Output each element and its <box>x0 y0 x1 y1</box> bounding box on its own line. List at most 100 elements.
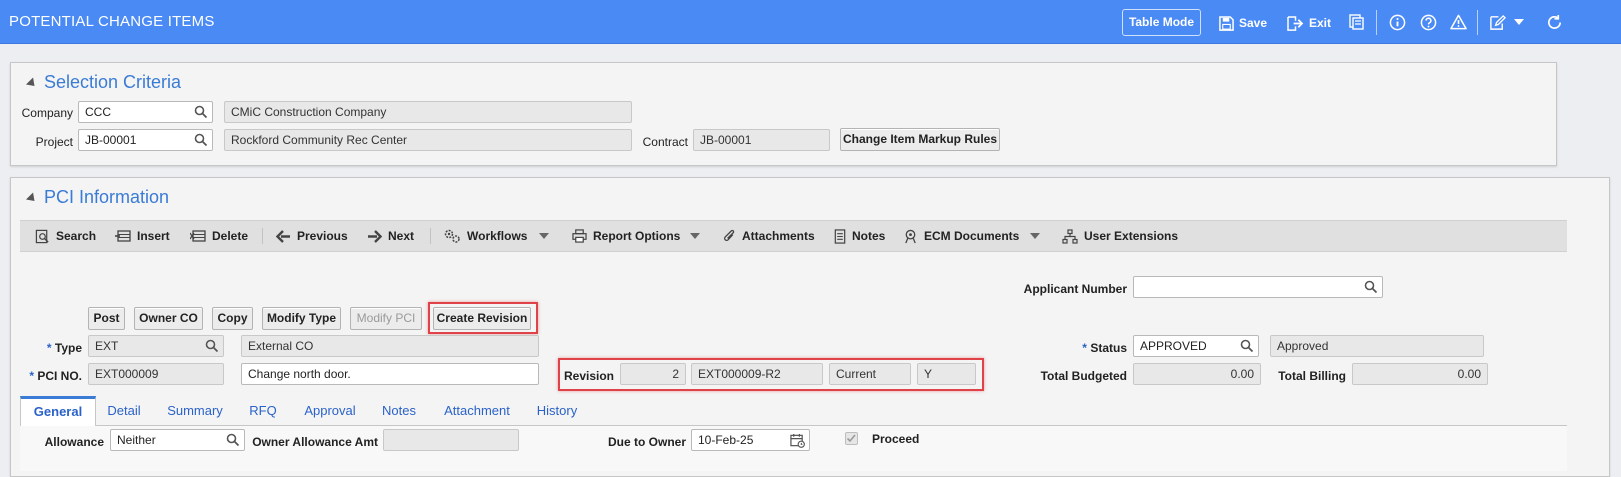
toolbar-next-button[interactable]: Next <box>367 220 414 252</box>
tab-detail[interactable]: Detail <box>100 396 148 426</box>
printer-icon <box>572 229 587 243</box>
modify-type-button[interactable]: Modify Type <box>262 307 341 330</box>
chevron-down-icon[interactable] <box>1512 12 1526 32</box>
delete-row-icon <box>190 230 206 242</box>
toolbar-divider <box>262 228 263 244</box>
print-icon[interactable] <box>1346 12 1366 32</box>
toolbar-insert-label: Insert <box>137 229 170 243</box>
info-icon[interactable] <box>1387 12 1407 32</box>
toolbar-notes-button[interactable]: Notes <box>834 220 885 252</box>
report-options-dropdown[interactable] <box>690 220 700 252</box>
exit-icon <box>1287 15 1304 31</box>
tab-summary[interactable]: Summary <box>160 396 230 426</box>
collapse-triangle-icon <box>25 192 39 205</box>
owner-co-button[interactable]: Owner CO <box>134 307 203 330</box>
tab-history[interactable]: History <box>530 396 584 426</box>
refresh-icon[interactable] <box>1544 12 1564 32</box>
toolbar-report-options-button[interactable]: Report Options <box>572 220 680 252</box>
ecm-documents-dropdown[interactable] <box>1030 220 1040 252</box>
applicant-number-input[interactable] <box>1133 276 1383 298</box>
tab-approval[interactable]: Approval <box>296 396 364 426</box>
table-mode-button[interactable]: Table Mode <box>1122 9 1201 36</box>
allowance-input[interactable]: Neither <box>110 429 245 451</box>
toolbar-user-extensions-button[interactable]: User Extensions <box>1062 220 1178 252</box>
warning-icon[interactable] <box>1448 12 1468 32</box>
search-icon[interactable] <box>1240 339 1254 353</box>
owner-allowance-amt-label: Owner Allowance Amt <box>252 435 378 449</box>
required-marker: * <box>29 369 34 383</box>
pci-information-title[interactable]: PCI Information <box>25 187 170 208</box>
proceed-checkbox[interactable] <box>845 432 858 445</box>
save-button[interactable]: Save <box>1219 11 1267 35</box>
revision-code-field: EXT000009-R2 <box>691 363 823 385</box>
due-to-owner-input[interactable]: 10-Feb-25 <box>691 429 810 451</box>
revision-number-field: 2 <box>620 363 686 385</box>
search-icon[interactable] <box>194 133 208 147</box>
help-icon[interactable] <box>1418 12 1438 32</box>
toolbar-previous-label: Previous <box>297 229 348 243</box>
status-name-field: Approved <box>1270 335 1484 357</box>
company-input[interactable]: CCC <box>78 101 213 123</box>
toolbar-ecm-documents-button[interactable]: ECM Documents <box>903 220 1019 252</box>
toolbar-delete-button[interactable]: Delete <box>190 220 248 252</box>
tab-notes[interactable]: Notes <box>376 396 422 426</box>
toolbar-insert-button[interactable]: Insert <box>115 220 170 252</box>
create-revision-button[interactable]: Create Revision <box>433 307 531 330</box>
project-name-field: Rockford Community Rec Center <box>224 129 632 151</box>
applicant-number-label: Applicant Number <box>1023 282 1127 296</box>
required-marker: * <box>1082 341 1087 355</box>
pci-information-label: PCI Information <box>44 187 170 207</box>
type-label: * Type <box>30 341 82 355</box>
toolbar-attachments-button[interactable]: Attachments <box>722 220 815 252</box>
collapse-triangle-icon <box>25 77 39 90</box>
toolbar-ecm-documents-label: ECM Documents <box>924 229 1020 243</box>
tab-rfq[interactable]: RFQ <box>242 396 284 426</box>
project-label: Project <box>35 135 73 149</box>
toolbar-previous-button[interactable]: Previous <box>276 220 348 252</box>
tab-general[interactable]: General <box>20 396 96 426</box>
search-icon[interactable] <box>1364 280 1378 294</box>
company-name-field: CMiC Construction Company <box>224 101 632 123</box>
toolbar-notes-label: Notes <box>852 229 886 243</box>
toolbar-next-label: Next <box>388 229 415 243</box>
edit-icon[interactable] <box>1487 12 1507 32</box>
pci-no-label-text: PCI NO. <box>37 369 82 383</box>
revision-state-field: Current <box>829 363 911 385</box>
project-input[interactable]: JB-00001 <box>78 129 213 151</box>
search-doc-icon <box>35 229 49 243</box>
modify-pci-button[interactable]: Modify PCI <box>350 307 422 330</box>
type-code: EXT <box>95 339 119 353</box>
change-item-markup-rules-button[interactable]: Change Item Markup Rules <box>840 128 1000 151</box>
search-icon[interactable] <box>205 339 219 353</box>
status-label: * Status <box>1070 341 1127 355</box>
selection-criteria-label: Selection Criteria <box>44 72 182 92</box>
workflows-dropdown[interactable] <box>539 220 549 252</box>
toolbar-workflows-label: Workflows <box>467 229 528 243</box>
app-header <box>0 0 1621 44</box>
contract-label: Contract <box>642 135 688 149</box>
due-to-owner-value: 10-Feb-25 <box>698 433 754 447</box>
calendar-icon[interactable] <box>790 433 805 448</box>
revision-label: Revision <box>564 369 615 383</box>
search-icon[interactable] <box>226 433 240 447</box>
exit-button[interactable]: Exit <box>1287 11 1331 35</box>
tab-attachment[interactable]: Attachment <box>434 396 520 426</box>
company-label: Company <box>21 106 73 120</box>
post-button[interactable]: Post <box>88 307 125 330</box>
status-input[interactable]: APPROVED <box>1133 335 1259 357</box>
notes-icon <box>834 228 846 244</box>
save-label: Save <box>1239 16 1268 30</box>
total-budgeted-field: 0.00 <box>1133 363 1261 385</box>
gears-icon <box>444 229 460 243</box>
type-input[interactable]: EXT <box>88 335 224 357</box>
proceed-label: Proceed <box>872 432 920 446</box>
toolbar-workflows-button[interactable]: Workflows <box>443 220 527 252</box>
copy-button[interactable]: Copy <box>212 307 253 330</box>
pci-description-input[interactable]: Change north door. <box>241 363 539 385</box>
toolbar-search-button[interactable]: Search <box>35 220 96 252</box>
selection-criteria-title[interactable]: Selection Criteria <box>25 72 182 93</box>
owner-allowance-amt-field <box>383 429 519 451</box>
toolbar-report-options-label: Report Options <box>593 229 681 243</box>
required-marker: * <box>46 341 52 355</box>
search-icon[interactable] <box>194 105 208 119</box>
